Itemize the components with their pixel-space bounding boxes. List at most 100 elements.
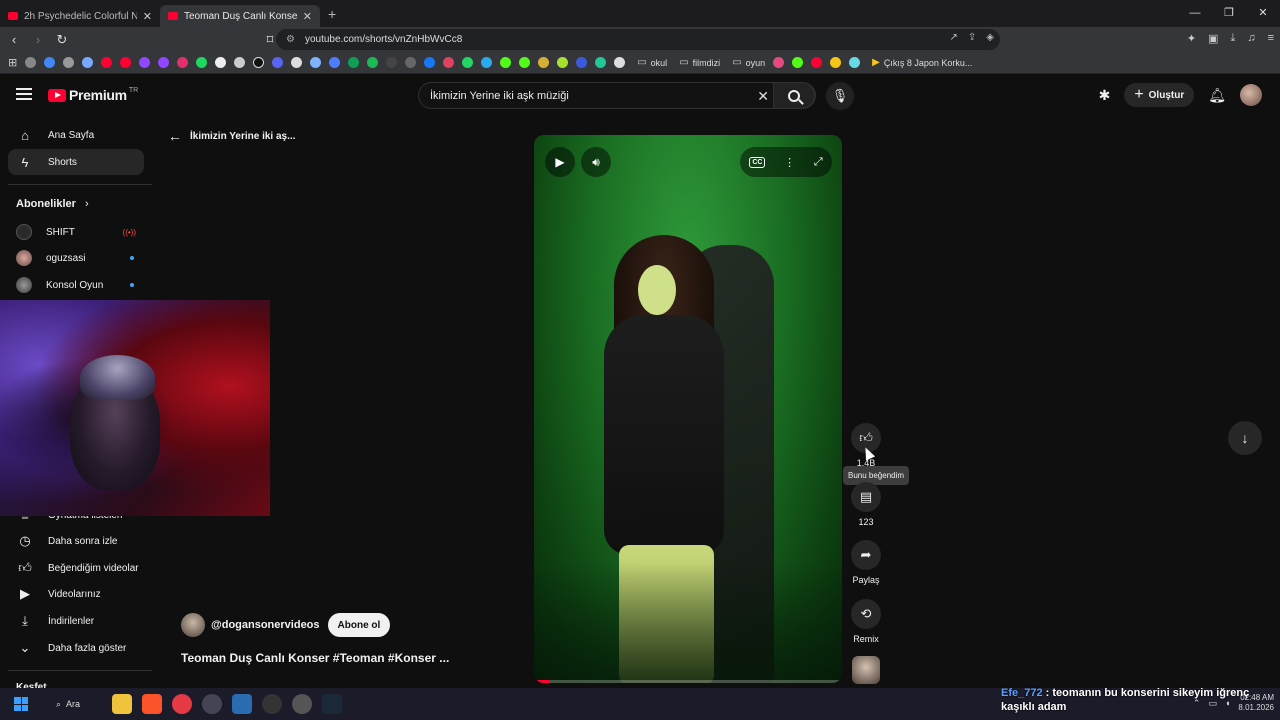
bookmark-icon[interactable]: [234, 57, 246, 68]
apps-grid-icon[interactable]: ⊞: [8, 56, 17, 69]
site-info-icon[interactable]: ⚙: [286, 34, 295, 45]
media-icon[interactable]: ♫: [1247, 32, 1255, 45]
browser-tab[interactable]: 2h Psychedelic Colorful Neon Backgr ✕: [0, 5, 160, 27]
bookmark-icon[interactable]: [196, 57, 208, 68]
channel-name[interactable]: @dogansonervideos: [211, 619, 320, 631]
bookmark-icon[interactable]: [443, 57, 455, 68]
sidebar-sub-oguzsasi[interactable]: oguzsasi: [8, 245, 144, 271]
bookmark-video[interactable]: ▶ Çıkış 8 Japon Korku...: [872, 57, 972, 68]
whatsapp-icon[interactable]: [462, 57, 474, 68]
browser-tab-active[interactable]: Teoman Duş Canlı Konser #Teom ✕: [160, 5, 320, 27]
remix-button[interactable]: ⟲: [851, 599, 881, 629]
tab-close-icon[interactable]: ✕: [143, 10, 152, 23]
youtube-bookmark-icon[interactable]: [120, 57, 132, 68]
history-icon[interactable]: [25, 57, 37, 68]
bookmark-icon[interactable]: [424, 57, 436, 68]
create-button[interactable]: + Oluştur: [1124, 83, 1195, 107]
url-field[interactable]: ⚙ youtube.com/shorts/vnZnHbWvCc8 ↗ ⇪ ◈: [276, 29, 1000, 50]
app-icon[interactable]: [262, 694, 282, 714]
share-action[interactable]: ➦ Paylaş: [848, 540, 884, 585]
instagram-icon[interactable]: [177, 57, 189, 68]
play-button[interactable]: ▶: [545, 147, 575, 177]
x-icon[interactable]: [215, 57, 227, 68]
bookmark-icon[interactable]: [849, 57, 861, 68]
voice-search-button[interactable]: 🎙: [826, 82, 854, 110]
bookmark-icon[interactable]: [386, 57, 398, 68]
drive-icon[interactable]: [348, 57, 360, 68]
subscribe-button[interactable]: Abone ol: [327, 613, 391, 637]
kick-icon[interactable]: [519, 57, 531, 68]
youtube-premium-logo[interactable]: Premium TR: [48, 87, 138, 103]
sidebar-toggle-icon[interactable]: ▣: [1208, 32, 1218, 45]
video-progress-bar[interactable]: [534, 680, 842, 683]
sidebar-item-your-videos[interactable]: ▶ Videolarınız: [8, 581, 144, 607]
share-button[interactable]: ➦: [851, 540, 881, 570]
youtube-bookmark-icon[interactable]: [811, 57, 823, 68]
tiktok-icon[interactable]: [253, 57, 265, 68]
close-window-icon[interactable]: ✕: [1246, 0, 1280, 27]
sound-source-thumbnail[interactable]: [852, 656, 880, 684]
youtube-bookmark-icon[interactable]: [101, 57, 113, 68]
bookmark-icon[interactable]: [310, 57, 322, 68]
bookmark-icon[interactable]: [576, 57, 588, 68]
app-icon[interactable]: [202, 694, 222, 714]
bookmark-folder-okul[interactable]: ▭ okul: [637, 57, 667, 68]
menu-icon[interactable]: ≡: [1268, 32, 1274, 45]
next-video-button[interactable]: ↓: [1228, 421, 1262, 455]
back-icon[interactable]: ‹: [4, 32, 24, 47]
extensions-icon[interactable]: ✦: [1187, 32, 1196, 45]
sidebar-item-show-more[interactable]: ⌄ Daha fazla göster: [8, 635, 144, 661]
avatar[interactable]: [1240, 84, 1262, 106]
twitch-icon[interactable]: [158, 57, 170, 68]
bookmark-icon[interactable]: [63, 57, 75, 68]
forward-icon[interactable]: ›: [28, 32, 48, 47]
kick-icon[interactable]: [792, 57, 804, 68]
bookmark-folder-oyun[interactable]: ▭ oyun: [732, 57, 765, 68]
telegram-icon[interactable]: [481, 57, 493, 68]
like-action[interactable]: 👍︎ 1,4B: [848, 423, 884, 468]
sidebar-item-downloads[interactable]: ⤓ İndirilenler: [8, 608, 144, 634]
share-page-icon[interactable]: ⇪: [968, 32, 976, 43]
volume-button[interactable]: 🔊︎: [581, 147, 611, 177]
subscriptions-heading[interactable]: Abonelikler ›: [16, 198, 89, 210]
star-icon[interactable]: [830, 57, 842, 68]
sidebar-sub-shift[interactable]: SHIFT ((•)): [8, 219, 144, 245]
comments-button[interactable]: ▤: [851, 482, 881, 512]
twitch-icon[interactable]: [139, 57, 151, 68]
back-to-search[interactable]: ← İkimizin Yerine iki aş...: [168, 128, 295, 144]
bookmark-folder-filmdizi[interactable]: ▭ filmdizi: [679, 57, 720, 68]
youtube-music-icon[interactable]: [172, 694, 192, 714]
windows-start-icon[interactable]: [14, 697, 28, 711]
captions-icon[interactable]: CC: [749, 156, 766, 168]
bookmark-icon[interactable]: [614, 57, 626, 68]
clear-search-icon[interactable]: ✕: [757, 88, 769, 105]
sidebar-item-liked-videos[interactable]: 👍︎ Beğendiğim videolar: [8, 555, 144, 581]
search-button[interactable]: [773, 82, 815, 109]
sidebar-item-shorts[interactable]: ϟ Shorts: [8, 149, 144, 175]
taskbar-search[interactable]: ⌕ Ara: [46, 694, 90, 714]
google-icon[interactable]: [44, 57, 56, 68]
sidebar-sub-konsol-oyun[interactable]: Konsol Oyun: [8, 272, 144, 298]
download-icon[interactable]: ⤓: [1230, 32, 1235, 45]
bookmark-icon[interactable]: [329, 57, 341, 68]
bookmark-icon[interactable]: [773, 57, 785, 68]
spotify-icon[interactable]: [367, 57, 379, 68]
more-options-icon[interactable]: ⋮: [784, 156, 795, 169]
bookmark-icon[interactable]: [595, 57, 607, 68]
minimize-icon[interactable]: —: [1178, 0, 1212, 27]
new-tab-button[interactable]: +: [328, 6, 336, 22]
sidebar-item-watch-later[interactable]: ◷ Daha sonra izle: [8, 528, 144, 554]
brave-browser-icon[interactable]: [142, 694, 162, 714]
sidebar-item-home[interactable]: ⌂ Ana Sayfa: [8, 122, 144, 148]
comments-action[interactable]: ▤ 123: [848, 482, 884, 527]
notifications-bell-icon[interactable]: 🔔︎: [1208, 87, 1226, 104]
restore-icon[interactable]: ❐: [1212, 0, 1246, 27]
bookmark-icon[interactable]: [557, 57, 569, 68]
shorts-video-player[interactable]: ▶ 🔊︎ CC ⋮ ⤢: [534, 135, 842, 683]
fullscreen-icon[interactable]: ⤢: [814, 156, 823, 169]
puzzle-icon[interactable]: ✱: [1099, 87, 1111, 104]
bookmark-icon[interactable]: [405, 57, 417, 68]
brave-shield-icon[interactable]: ◈: [986, 32, 994, 43]
bookmark-icon[interactable]: [538, 57, 550, 68]
channel-avatar[interactable]: [181, 613, 205, 637]
